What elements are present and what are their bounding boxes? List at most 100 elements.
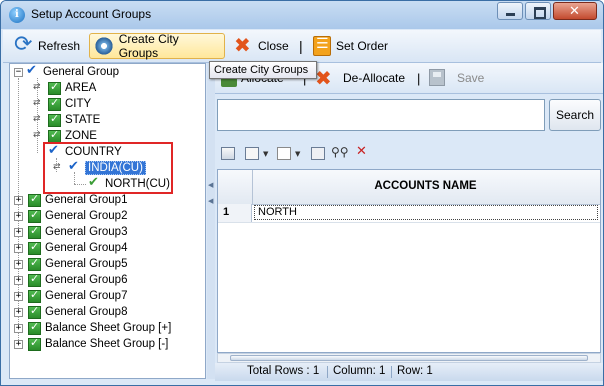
checkbox-icon[interactable]	[48, 128, 61, 143]
chevron-down-icon[interactable]: ▼	[263, 150, 268, 158]
create-city-groups-label: Create City Groups	[118, 32, 179, 60]
close-x-icon: ✕	[569, 3, 580, 18]
accounts-grid[interactable]: ACCOUNTS NAME 1 NORTH	[217, 169, 601, 353]
setup-account-groups-window: i Setup Account Groups ✕ Refresh Create …	[0, 0, 604, 386]
status-column: Column: 1	[333, 365, 386, 377]
row-number: 1	[218, 204, 252, 222]
expand-icon[interactable]: +	[14, 196, 23, 205]
set-order-button[interactable]: Set Order	[309, 33, 392, 59]
minimize-icon	[506, 13, 515, 16]
toolbar-separator: |	[417, 71, 421, 86]
tree-node-general-group5[interactable]: General Group5	[28, 256, 127, 272]
tree-node-label: General Group6	[45, 274, 128, 286]
tree-node-general-group[interactable]: General Group	[26, 64, 119, 80]
checkbox-icon[interactable]	[28, 192, 41, 207]
close-icon	[233, 33, 253, 57]
tooltip-create-city-groups: Create City Groups	[209, 61, 317, 79]
status-bar: Total Rows : 1 Column: 1 Row: 1	[215, 363, 603, 381]
tree-node-state[interactable]: STATE	[48, 112, 100, 128]
expand-icon[interactable]: +	[14, 340, 23, 349]
grid-toolbar: ▼ ▼ ⚲⚲ ✕	[215, 141, 603, 167]
tree-node-general-group4[interactable]: General Group4	[28, 240, 127, 256]
splitter-arrow-icon: ◀	[208, 197, 214, 205]
create-city-groups-button[interactable]: Create City Groups	[89, 32, 225, 60]
tree-node-label: General Group2	[45, 210, 128, 222]
tree-node-label: STATE	[65, 114, 101, 126]
checkbox-icon[interactable]	[28, 320, 41, 335]
search-input[interactable]	[217, 99, 545, 131]
app-icon: i	[9, 7, 25, 23]
expand-icon[interactable]: +	[14, 244, 23, 253]
collapse-icon[interactable]: −	[14, 68, 23, 77]
status-divider	[391, 366, 392, 378]
status-total-rows: Total Rows : 1	[247, 365, 320, 377]
expand-icon[interactable]: +	[14, 228, 23, 237]
tree-node-area[interactable]: AREA	[48, 80, 96, 96]
tree-node-general-group2[interactable]: General Group2	[28, 208, 127, 224]
search-button[interactable]: Search	[549, 99, 601, 131]
expand-icon[interactable]: +	[14, 276, 23, 285]
checkbox-icon[interactable]	[28, 304, 41, 319]
expand-icon[interactable]: +	[14, 260, 23, 269]
checkbox-icon[interactable]	[48, 96, 61, 111]
export-icon[interactable]	[277, 147, 291, 160]
status-divider	[327, 366, 328, 378]
grid-layout-icon[interactable]	[221, 147, 235, 160]
toolbar-separator: |	[299, 38, 303, 54]
tree-node-general-group3[interactable]: General Group3	[28, 224, 127, 240]
checkbox-icon[interactable]	[48, 80, 61, 95]
panel-splitter[interactable]: ◀ ◀	[207, 63, 215, 379]
tree-node-balance-sheet-plus[interactable]: Balance Sheet Group [+]	[28, 320, 171, 336]
tree-node-general-group7[interactable]: General Group7	[28, 288, 127, 304]
expand-icon[interactable]: +	[14, 308, 23, 317]
checkbox-icon[interactable]	[28, 336, 41, 351]
close-button[interactable]: Close	[229, 33, 293, 59]
delete-icon[interactable]: ✕	[356, 144, 367, 159]
tree-node-label: General Group8	[45, 306, 128, 318]
column-header-accounts-name[interactable]: ACCOUNTS NAME	[253, 180, 598, 192]
tree-node-label: General Group5	[45, 258, 128, 270]
expand-icon[interactable]: +	[14, 324, 23, 333]
binoculars-icon[interactable]: ⚲⚲	[331, 145, 349, 159]
link-icon: ⇄	[33, 82, 41, 92]
checkbox-icon[interactable]	[28, 272, 41, 287]
grid-columns-icon[interactable]	[245, 147, 259, 160]
save-icon	[429, 69, 445, 86]
main-toolbar: Refresh Create City Groups Close | Set O…	[3, 30, 601, 63]
save-button[interactable]: Save	[457, 71, 484, 85]
chevron-down-icon[interactable]: ▼	[295, 150, 300, 158]
checkbox-icon[interactable]	[48, 112, 61, 127]
window-close-button[interactable]: ✕	[553, 2, 597, 20]
expand-icon[interactable]: +	[14, 212, 23, 221]
account-group-tree[interactable]: − General Group ⇄ AREA ⇄ CITY ⇄ STATE ⇄ …	[9, 63, 206, 379]
tree-node-label: General Group3	[45, 226, 128, 238]
account-name-cell[interactable]: NORTH	[254, 205, 598, 220]
expand-icon[interactable]: +	[14, 292, 23, 301]
checkbox-icon[interactable]	[28, 208, 41, 223]
tree-node-general-group8[interactable]: General Group8	[28, 304, 127, 320]
tree-node-label: General Group	[43, 66, 120, 78]
search-area: Search	[215, 95, 603, 139]
maximize-button[interactable]	[525, 2, 551, 20]
tree-node-general-group6[interactable]: General Group6	[28, 272, 127, 288]
copy-icon[interactable]	[311, 147, 325, 160]
deallocate-icon[interactable]	[315, 66, 335, 90]
refresh-button[interactable]: Refresh	[9, 32, 84, 59]
tree-node-label: Balance Sheet Group [+]	[45, 322, 172, 334]
link-icon: ⇄	[33, 114, 41, 124]
horizontal-scrollbar[interactable]	[217, 353, 601, 363]
checkbox-icon[interactable]	[28, 288, 41, 303]
tree-node-city[interactable]: CITY	[48, 96, 91, 112]
gear-icon	[94, 36, 114, 56]
deallocate-button[interactable]: De-Allocate	[343, 71, 405, 85]
scrollbar-thumb[interactable]	[230, 355, 588, 361]
close-label: Close	[258, 39, 289, 53]
checkbox-icon[interactable]	[28, 240, 41, 255]
tree-node-general-group1[interactable]: General Group1	[28, 192, 127, 208]
tree-node-balance-sheet-minus[interactable]: Balance Sheet Group [-]	[28, 336, 168, 352]
checkbox-icon[interactable]	[28, 224, 41, 239]
minimize-button[interactable]	[497, 2, 523, 20]
table-row[interactable]: 1 NORTH	[218, 204, 600, 223]
checkbox-icon[interactable]	[28, 256, 41, 271]
link-icon: ⇄	[33, 98, 41, 108]
